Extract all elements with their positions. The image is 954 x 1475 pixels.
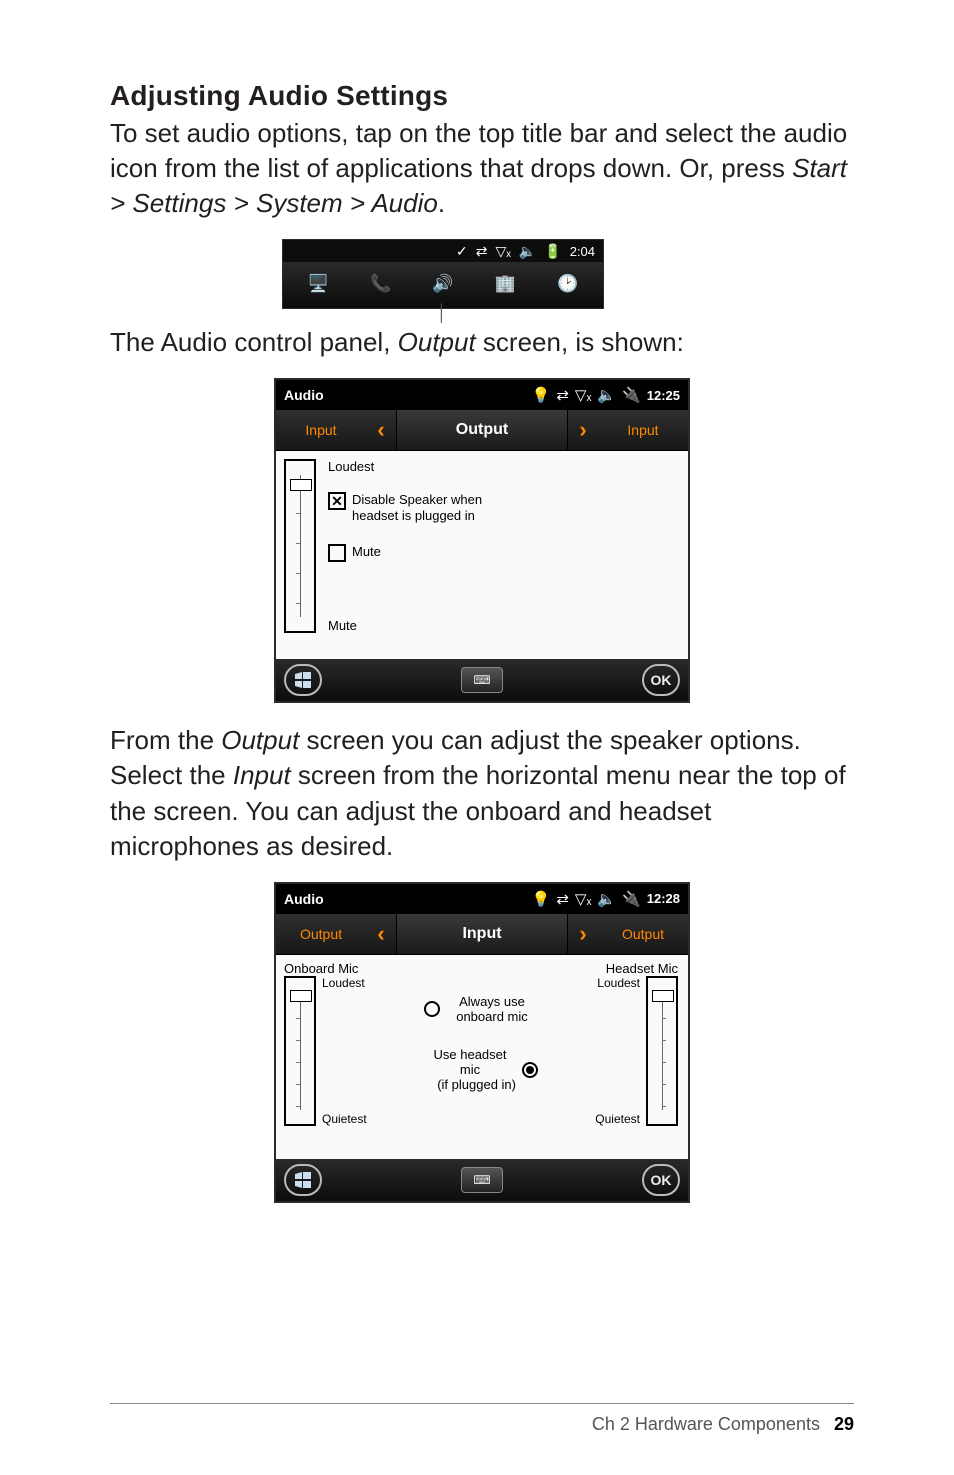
volume-slider[interactable] (284, 459, 316, 633)
window-title: Audio (284, 387, 324, 403)
ok-button[interactable]: OK (642, 1164, 680, 1196)
onboard-quietest-label: Quietest (322, 1112, 367, 1126)
status-bar: 💡 ⇄ ▽ₓ 🔈 🔌 12:28 (532, 890, 680, 908)
mini-app-row: 🖥️ 📞 🔊 🏢 🕑 (283, 262, 603, 308)
tab-right-arrow-icon[interactable]: › (568, 914, 598, 954)
paragraph-output-intro: The Audio control panel, Output screen, … (110, 325, 854, 360)
onboard-mic-heading: Onboard Mic (284, 961, 414, 976)
keyboard-button[interactable]: ⌨ (461, 1167, 503, 1193)
bulb-icon: 💡 (532, 386, 551, 404)
loudest-label: Loudest (328, 459, 676, 474)
use-headset-label-2: (if plugged in) (437, 1078, 516, 1093)
tower-icon[interactable]: 🏢 (488, 269, 522, 299)
para2-post: screen, is shown: (476, 327, 684, 357)
title-bar-preview: ✓ ⇄ ▽ₓ 🔈 🔋 2:04 🖥️ 📞 🔊 🏢 🕑 (282, 239, 604, 309)
p3-i1: Output (221, 725, 299, 755)
status-bar: 💡 ⇄ ▽ₓ 🔈 🔌 12:25 (532, 386, 680, 404)
always-onboard-radio[interactable] (424, 1001, 440, 1017)
tab-input-active[interactable]: Input (396, 914, 568, 954)
section-heading: Adjusting Audio Settings (110, 80, 854, 112)
opt1-l1: Disable Speaker when (352, 492, 482, 507)
para2-italic: Output (398, 327, 476, 357)
page-footer: Ch 2 Hardware Components 29 (110, 1403, 854, 1435)
volume-icon: 🔈 (597, 890, 616, 908)
always-onboard-label: Always use onboard mic (446, 994, 538, 1024)
signal-icon: ▽ₓ (575, 386, 591, 404)
onboard-mic-slider[interactable] (284, 976, 316, 1126)
p3-pre: From the (110, 725, 221, 755)
disable-speaker-checkbox[interactable]: ✕ (328, 492, 346, 510)
start-button[interactable] (284, 664, 322, 696)
use-headset-radio[interactable] (522, 1062, 538, 1078)
ok-button[interactable]: OK (642, 664, 680, 696)
tab-left-arrow-icon[interactable]: ‹ (366, 914, 396, 954)
mini-time: 2:04 (570, 244, 595, 259)
mute-checkbox[interactable] (328, 544, 346, 562)
footer-chapter: Ch 2 Hardware Components (592, 1414, 820, 1435)
clock-icon[interactable]: 🕑 (551, 269, 585, 299)
pointer-indicator: │ (282, 305, 682, 323)
battery-icon: 🔋 (544, 243, 561, 260)
power-icon: 🔌 (622, 890, 641, 908)
headset-loudest-label: Loudest (595, 976, 640, 990)
signal-icon: ▽ₓ (575, 890, 591, 908)
mute-label: Mute (352, 544, 381, 560)
para2-pre: The Audio control panel, (110, 327, 398, 357)
sync-icon: ⇄ (556, 386, 569, 404)
sync-icon: ⇄ (556, 890, 569, 908)
headset-mic-heading: Headset Mic (548, 961, 678, 976)
monitor-icon[interactable]: 🖥️ (301, 269, 335, 299)
audio-icon[interactable]: 🔊 (426, 269, 460, 299)
tab-input-left[interactable]: Input (276, 410, 366, 450)
tab-right-arrow-icon[interactable]: › (568, 410, 598, 450)
signal-icon: ▽ₓ (495, 243, 510, 260)
tab-output-left[interactable]: Output (276, 914, 366, 954)
para1-pre: To set audio options, tap on the top tit… (110, 118, 847, 183)
status-time: 12:25 (647, 388, 680, 403)
window-title: Audio (284, 891, 324, 907)
paragraph-input-intro: From the Output screen you can adjust th… (110, 723, 854, 863)
check-icon: ✓ (456, 243, 468, 260)
tab-input-right[interactable]: Input (598, 410, 688, 450)
opt1-l2: headset is plugged in (352, 508, 475, 523)
tab-left-arrow-icon[interactable]: ‹ (366, 410, 396, 450)
disable-speaker-label: Disable Speaker when headset is plugged … (352, 492, 482, 523)
tab-output-right[interactable]: Output (598, 914, 688, 954)
volume-icon: 🔈 (519, 243, 536, 260)
phone-icon[interactable]: 📞 (364, 269, 398, 299)
keyboard-button[interactable]: ⌨ (461, 667, 503, 693)
sync-icon: ⇄ (476, 243, 488, 260)
audio-output-screenshot: Audio 💡 ⇄ ▽ₓ 🔈 🔌 12:25 Input ‹ Output › … (274, 378, 690, 703)
paragraph-audio-intro: To set audio options, tap on the top tit… (110, 116, 854, 221)
footer-page-number: 29 (834, 1414, 854, 1435)
status-time: 12:28 (647, 891, 680, 906)
headset-quietest-label: Quietest (595, 1112, 640, 1126)
onboard-loudest-label: Loudest (322, 976, 367, 990)
audio-input-screenshot: Audio 💡 ⇄ ▽ₓ 🔈 🔌 12:28 Output ‹ Input › … (274, 882, 690, 1203)
p3-i2: Input (233, 760, 291, 790)
para1-post: . (438, 188, 445, 218)
start-button[interactable] (284, 1164, 322, 1196)
volume-icon: 🔈 (597, 386, 616, 404)
tab-output-active[interactable]: Output (396, 410, 568, 450)
use-headset-label-1: Use headset mic (424, 1048, 516, 1078)
headset-mic-slider[interactable] (646, 976, 678, 1126)
mute-scale-label: Mute (328, 618, 676, 633)
bulb-icon: 💡 (532, 890, 551, 908)
mini-status-bar: ✓ ⇄ ▽ₓ 🔈 🔋 2:04 (283, 240, 603, 262)
power-icon: 🔌 (622, 386, 641, 404)
